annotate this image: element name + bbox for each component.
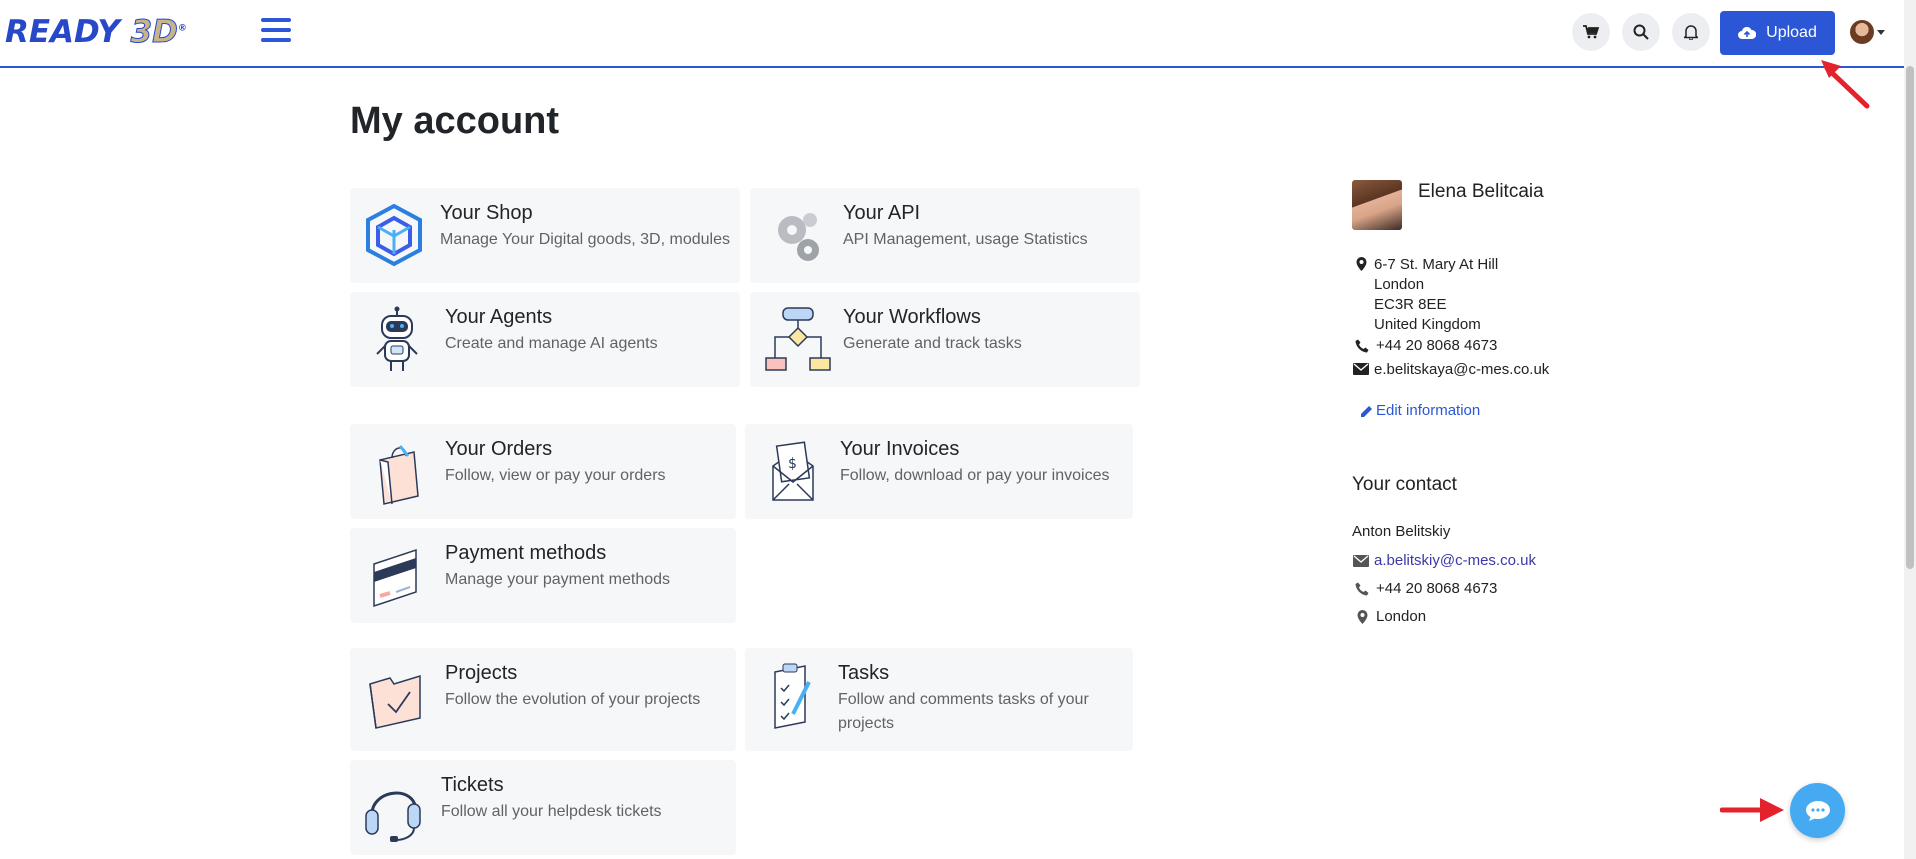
robot-icon [376, 306, 418, 371]
headset-icon [365, 791, 421, 842]
card-title: Tickets [441, 774, 504, 796]
upload-cloud-icon [1738, 26, 1757, 39]
chat-button[interactable] [1790, 783, 1845, 838]
card-title: Your Workflows [843, 306, 981, 328]
cart-icon [1583, 25, 1599, 39]
phone-icon [1355, 582, 1369, 596]
card-description: API Management, usage Statistics [843, 231, 1088, 248]
bell-icon [1684, 25, 1698, 40]
contact-phone: +44 20 8068 4673 [1376, 580, 1498, 597]
card-description: Follow all your helpdesk tickets [441, 803, 662, 820]
envelope-icon [1353, 555, 1369, 567]
card-description: Create and manage AI agents [445, 335, 658, 352]
profile-photo [1352, 180, 1402, 230]
flowchart-icon [765, 307, 831, 371]
top-navbar: READY 3D® Upload [0, 0, 1904, 68]
gears-icon [778, 213, 819, 261]
annotation-arrow-icon [1821, 60, 1870, 109]
card-title: Tasks [838, 662, 890, 684]
folder-icon [369, 674, 421, 729]
logo-text: READY [5, 14, 120, 50]
contact-city: London [1376, 608, 1427, 625]
edit-information-link[interactable]: Edit information [1376, 402, 1480, 419]
location-pin-icon [1357, 610, 1368, 624]
address-line: EC3R 8EE [1374, 296, 1447, 313]
profile-phone: +44 20 8068 4673 [1376, 337, 1498, 354]
credit-card-icon [373, 548, 417, 608]
profile-email: e.belitskaya@c-mes.co.uk [1374, 361, 1550, 378]
card-description: Follow, download or pay your invoices [840, 467, 1110, 484]
card-title: Your Agents [445, 306, 553, 328]
card-tickets[interactable]: Tickets Follow all your helpdesk tickets [350, 760, 736, 855]
upload-button[interactable]: Upload [1720, 11, 1835, 55]
contact-email-link[interactable]: a.belitskiy@c-mes.co.uk [1374, 552, 1536, 569]
contact-name: Anton Belitskiy [1352, 523, 1451, 540]
cart-button[interactable] [1572, 13, 1610, 51]
card-your-agents[interactable]: Your Agents Create and manage AI agents [350, 292, 740, 387]
search-button[interactable] [1622, 13, 1660, 51]
card-title: Your API [843, 202, 921, 224]
your-contact-heading: Your contact [1352, 474, 1457, 495]
card-tasks[interactable]: Tasks Follow and comments tasks of your … [745, 648, 1133, 751]
logo-3d-text: 3D [130, 14, 178, 51]
logo-registered-mark: ® [177, 23, 187, 34]
card-your-orders[interactable]: Your Orders Follow, view or pay your ord… [350, 424, 736, 519]
clipboard-icon [774, 663, 811, 729]
card-projects[interactable]: Projects Follow the evolution of your pr… [350, 648, 736, 751]
menu-toggle-icon[interactable] [261, 18, 291, 44]
address-line: United Kingdom [1374, 316, 1481, 333]
invoice-envelope-icon: $ [772, 441, 814, 501]
chat-bubble-icon [1805, 800, 1830, 821]
profile-name: Elena Belitcaia [1418, 181, 1544, 202]
shopping-bag-icon [379, 445, 419, 505]
card-description: Generate and track tasks [843, 335, 1022, 352]
search-icon [1633, 24, 1649, 40]
card-description: Follow, view or pay your orders [445, 467, 666, 484]
shop-cube-icon [366, 204, 422, 267]
card-description: Follow the evolution of your projects [445, 691, 701, 708]
card-title: Payment methods [445, 542, 607, 564]
user-avatar[interactable] [1850, 20, 1874, 44]
envelope-icon [1353, 363, 1369, 375]
page-title: My account [350, 100, 560, 142]
card-description: Manage Your Digital goods, 3D, modules [440, 231, 730, 248]
annotation-arrow-icon [1720, 798, 1784, 822]
card-your-invoices[interactable]: $ Your Invoices Follow, download or pay … [745, 424, 1133, 519]
upload-label: Upload [1766, 24, 1817, 41]
ready3d-logo[interactable]: READY 3D® [5, 14, 187, 51]
svg-text:$: $ [788, 456, 797, 472]
scrollbar-thumb[interactable] [1906, 66, 1914, 569]
notifications-button[interactable] [1672, 13, 1710, 51]
card-description: Follow and comments tasks of your projec… [838, 691, 1089, 732]
card-your-shop[interactable]: Your Shop Manage Your Digital goods, 3D,… [350, 188, 740, 283]
card-title: Your Shop [440, 202, 533, 224]
card-title: Projects [445, 662, 518, 684]
card-your-workflows[interactable]: Your Workflows Generate and track tasks [750, 292, 1140, 387]
card-description: Manage your payment methods [445, 571, 671, 588]
phone-icon [1355, 339, 1369, 353]
address-line: London [1374, 276, 1425, 293]
card-your-api[interactable]: Your API API Management, usage Statistic… [750, 188, 1140, 283]
address-line: 6-7 St. Mary At Hill [1374, 256, 1499, 273]
pencil-icon [1361, 406, 1372, 417]
location-pin-icon [1356, 257, 1367, 271]
card-payment-methods[interactable]: Payment methods Manage your payment meth… [350, 528, 736, 623]
page-scrollbar[interactable] [1904, 0, 1916, 859]
chevron-down-icon[interactable] [1877, 30, 1885, 35]
card-title: Your Invoices [840, 438, 960, 460]
card-title: Your Orders [445, 438, 553, 460]
